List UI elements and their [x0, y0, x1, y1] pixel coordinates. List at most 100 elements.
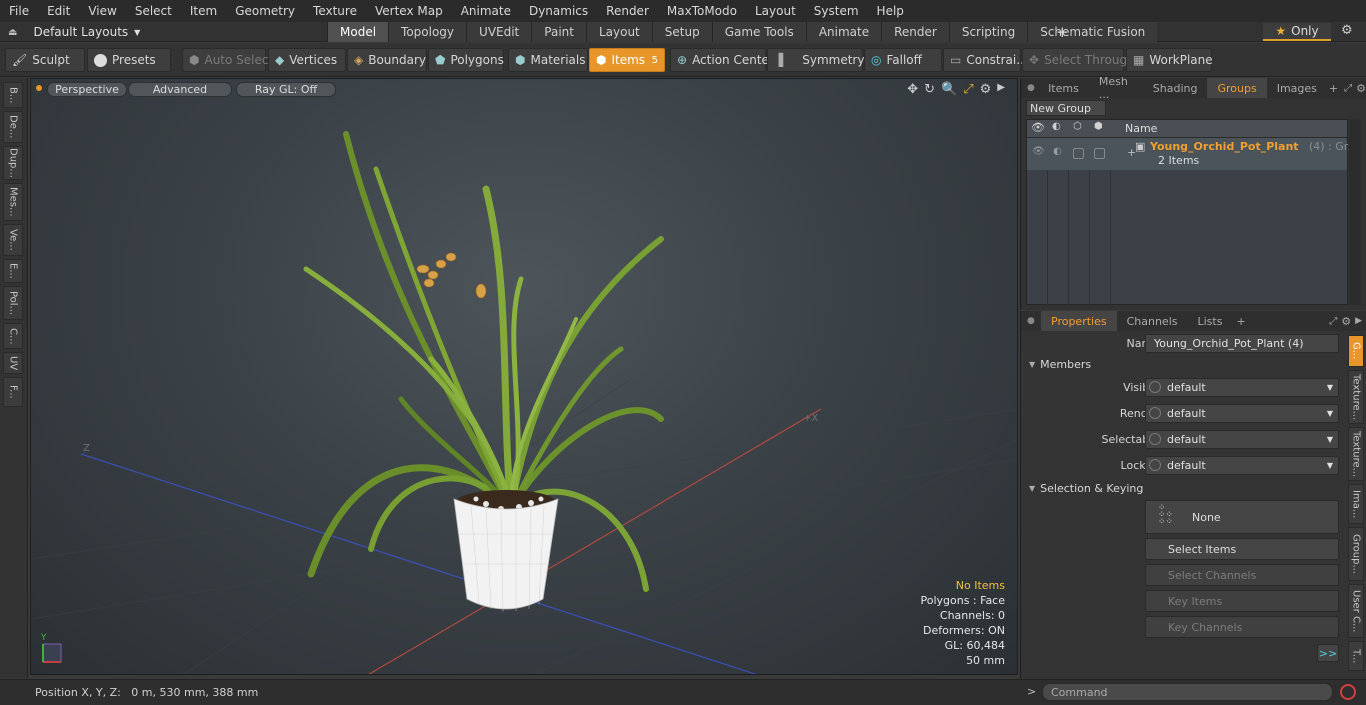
viewport-gear-icon[interactable]: ⚙ [980, 82, 992, 97]
lock-icon[interactable]: ⬡ [1073, 121, 1082, 132]
materials-button[interactable]: ⬢ Materials [508, 48, 588, 72]
raygl-button[interactable]: Ray GL: Off [236, 82, 336, 97]
items-button[interactable]: ⬢ Items 5 [589, 48, 665, 72]
tab-mesh[interactable]: Mesh ... [1089, 75, 1143, 101]
locked-select[interactable]: default ▼ [1145, 455, 1339, 475]
rotate-icon[interactable]: ↻ [924, 82, 935, 97]
panel-gear-icon[interactable]: ⚙ [1341, 315, 1351, 328]
panel-expand-icon[interactable]: ⤢ [1329, 316, 1337, 327]
tab-paint[interactable]: Paint [531, 22, 586, 42]
left-tab-uv[interactable]: UV [3, 352, 23, 374]
left-tab-fusion[interactable]: F... [3, 377, 23, 407]
panel-arrow-icon[interactable]: ▶ [1355, 316, 1362, 326]
symmetry-button[interactable]: ▐ Symmetry [767, 48, 864, 72]
selectable-select[interactable]: default ▼ [1145, 429, 1339, 449]
menu-layout[interactable]: Layout [746, 4, 805, 18]
menu-item[interactable]: Item [181, 4, 226, 18]
left-tab-basic[interactable]: B... [3, 82, 23, 108]
tab-items[interactable]: Items [1038, 78, 1089, 98]
tab-lists[interactable]: Lists [1188, 311, 1233, 331]
tab-animate[interactable]: Animate [805, 22, 882, 42]
groups-scrollbar[interactable] [1349, 119, 1361, 305]
selection-keying-section[interactable]: ▼ Selection & Keying [1029, 479, 1339, 497]
gear-icon[interactable]: ⚙ [1341, 23, 1353, 38]
maximize-icon[interactable]: ⤢ [963, 82, 973, 97]
more-button[interactable]: >> [1317, 644, 1339, 662]
auto-select-button[interactable]: ⬢ Auto Select [182, 48, 273, 72]
sculpt-button[interactable]: 🖌 Sculpt [5, 48, 85, 72]
workplane-button[interactable]: ▦ WorkPlane [1126, 48, 1213, 72]
eye-icon[interactable]: 👁 [1031, 121, 1045, 134]
side-tab-image[interactable]: Ima... [1348, 484, 1364, 524]
add-panel-tab-icon[interactable]: + [1329, 82, 1338, 95]
menu-maxtomodo[interactable]: MaxToModo [658, 4, 746, 18]
key-items-button[interactable]: Key Items [1145, 590, 1339, 612]
menu-texture[interactable]: Texture [304, 4, 366, 18]
3d-viewport[interactable]: +X Z Y Perspective Advanced Ray GL: Off … [30, 78, 1018, 675]
record-icon[interactable] [1340, 684, 1356, 700]
left-tab-curve[interactable]: C... [3, 323, 23, 349]
menu-view[interactable]: View [79, 4, 125, 18]
left-tab-polygon[interactable]: Pol... [3, 286, 23, 320]
tab-model[interactable]: Model [327, 22, 389, 42]
tab-shading[interactable]: Shading [1143, 78, 1208, 98]
panel-gear-icon[interactable]: ⚙ [1356, 82, 1366, 95]
constraints-button[interactable]: ▭ Constrai... [943, 48, 1028, 72]
select-through-button[interactable]: ✥ Select Through [1022, 48, 1135, 72]
render-icon[interactable]: ◐ [1052, 121, 1061, 132]
tab-images[interactable]: Images [1267, 78, 1327, 98]
tab-groups[interactable]: Groups [1207, 78, 1267, 98]
group-row[interactable]: 👁 ◐ + ▣ Young_Orchid_Pot_Plant (4) : Gr.… [1027, 138, 1358, 170]
only-button[interactable]: ★ Only [1263, 23, 1331, 41]
tab-channels[interactable]: Channels [1117, 311, 1188, 331]
key-channels-button[interactable]: Key Channels [1145, 616, 1339, 638]
tab-setup[interactable]: Setup [651, 22, 712, 42]
menu-edit[interactable]: Edit [38, 4, 79, 18]
visible-select[interactable]: default ▼ [1145, 377, 1339, 397]
left-tab-mesh[interactable]: Mes... [3, 183, 23, 221]
menu-geometry[interactable]: Geometry [226, 4, 304, 18]
layout-select[interactable]: ⏏ Default Layouts ▼ [8, 24, 140, 40]
add-panel-tab-icon[interactable]: + [1236, 315, 1245, 328]
select-icon[interactable]: ⬢ [1094, 121, 1103, 132]
select-items-button[interactable]: Select Items [1145, 538, 1339, 560]
panel-expand-icon[interactable]: ⤢ [1344, 83, 1352, 94]
add-tab-icon[interactable]: + [1056, 23, 1069, 41]
panel-dot-icon[interactable]: ● [1021, 83, 1038, 93]
menu-select[interactable]: Select [126, 4, 181, 18]
falloff-button[interactable]: ◎ Falloff [864, 48, 942, 72]
none-button[interactable]: ⁘ ⁘⁘ ⁘⁘ None [1145, 500, 1339, 534]
tab-layout[interactable]: Layout [585, 22, 652, 42]
menu-render[interactable]: Render [597, 4, 658, 18]
side-tab-texture-2[interactable]: Texture... [1348, 427, 1364, 481]
render-select[interactable]: default ▼ [1145, 403, 1339, 423]
menu-vertex-map[interactable]: Vertex Map [366, 4, 452, 18]
viewport-menu-dot[interactable] [36, 85, 42, 91]
menu-system[interactable]: System [805, 4, 868, 18]
name-field[interactable]: Young_Orchid_Pot_Plant (4) [1145, 333, 1339, 353]
zoom-icon[interactable]: 🔍 [941, 82, 957, 97]
tab-uvedit[interactable]: UVEdit [466, 22, 532, 42]
left-tab-duplicate[interactable]: Dup... [3, 146, 23, 180]
vertices-button[interactable]: ◆Vertices1 [268, 48, 352, 72]
panel-dot-icon[interactable]: ● [1021, 316, 1041, 326]
side-tab-texture-1[interactable]: Texture... [1348, 370, 1364, 424]
menu-help[interactable]: Help [868, 4, 913, 18]
side-tab-user-channels[interactable]: User C... [1348, 584, 1364, 638]
render-icon[interactable]: ◐ [1053, 146, 1062, 157]
advanced-button[interactable]: Advanced [128, 82, 232, 97]
select-checkbox[interactable] [1094, 148, 1105, 159]
command-input[interactable]: Command [1042, 683, 1333, 701]
new-group-button[interactable]: New Group [1026, 100, 1106, 116]
select-channels-button[interactable]: Select Channels [1145, 564, 1339, 586]
menu-file[interactable]: File [0, 4, 38, 18]
perspective-button[interactable]: Perspective [47, 82, 127, 97]
menu-dynamics[interactable]: Dynamics [520, 4, 597, 18]
action-center-button[interactable]: ⊕ Action Center [670, 48, 774, 72]
play-arrow-icon[interactable]: ▶ [997, 82, 1005, 97]
menu-animate[interactable]: Animate [452, 4, 520, 18]
side-tab-group[interactable]: G... [1348, 335, 1364, 367]
boundary-button[interactable]: ◈ Boundary [347, 48, 427, 72]
lock-checkbox[interactable] [1073, 148, 1084, 159]
tab-properties[interactable]: Properties [1041, 311, 1117, 331]
